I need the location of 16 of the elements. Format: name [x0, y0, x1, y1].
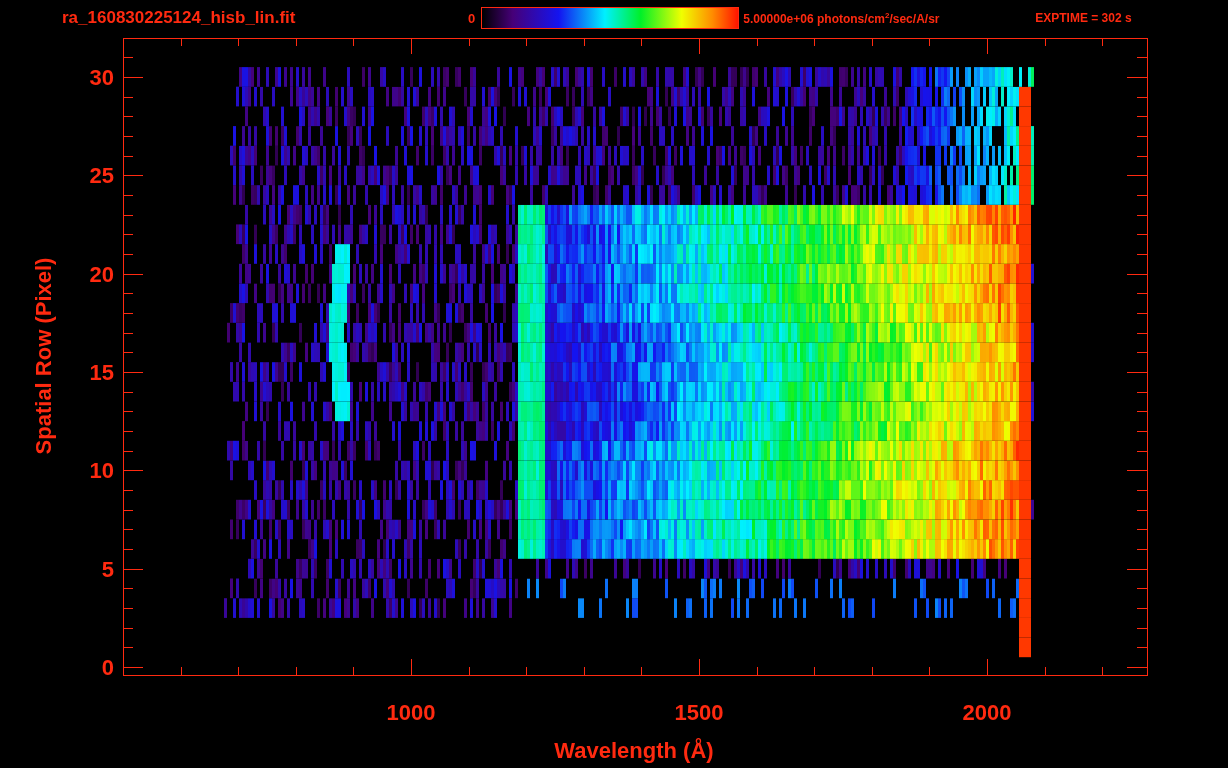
x-tick-label: 1000: [386, 700, 436, 725]
y-tick-label: 15: [89, 359, 114, 385]
y-tick-label: 30: [89, 64, 114, 90]
colorbar-max-label: 5.00000e+06 photons/cm$^{2}$/sec/A/sr: [743, 10, 941, 26]
y-tick-label: 10: [89, 458, 114, 484]
x-tick-label: 2000: [962, 700, 1012, 725]
y-tick-label: 5: [101, 556, 114, 582]
file-name: ra_160830225124_hisb_lin.fit: [62, 8, 297, 28]
y-tick-label: 20: [89, 261, 114, 287]
x-axis-title: Wavelength (Å): [554, 738, 714, 763]
exposure-time: EXPTIME = 302 s: [1035, 11, 1132, 25]
y-tick-label: 0: [101, 655, 114, 680]
y-axis-title: Spatial Row (Pixel): [31, 257, 56, 455]
colorbar-min-label: 0: [468, 10, 476, 26]
x-tick-label: 1500: [674, 700, 724, 725]
y-tick-label: 25: [89, 163, 114, 189]
